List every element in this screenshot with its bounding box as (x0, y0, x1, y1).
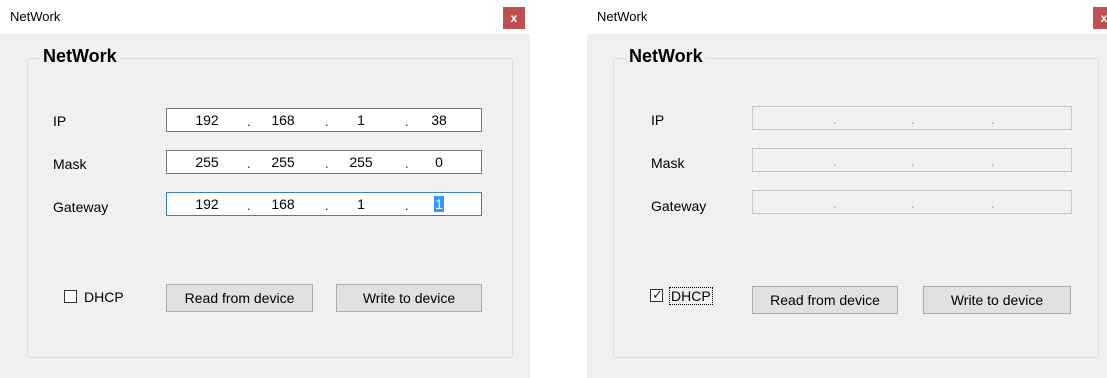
octet-separator: . (833, 196, 837, 211)
gateway-octet-2[interactable]: 168 (261, 196, 305, 212)
mask-octet-3[interactable]: 255 (339, 154, 383, 170)
gateway-octet-1[interactable]: 192 (185, 196, 229, 212)
ip-octet-2[interactable]: 168 (261, 112, 305, 128)
octet-separator: . (325, 114, 329, 129)
mask-octet-2[interactable]: 255 (261, 154, 305, 170)
title-bar: NetWork x (587, 0, 1107, 34)
dhcp-label: DHCP (84, 289, 124, 305)
mask-label: Mask (53, 156, 87, 172)
mask-octet-1[interactable]: 255 (185, 154, 229, 170)
octet-separator: . (405, 156, 409, 171)
write-to-device-button[interactable]: Write to device (923, 286, 1071, 314)
gateway-octet-3[interactable]: 1 (339, 196, 383, 212)
selected-text: 1 (434, 196, 444, 212)
window-title: NetWork (10, 9, 61, 24)
octet-separator: . (405, 198, 409, 213)
ip-address-input: . . . (752, 106, 1072, 130)
dhcp-label: DHCP (669, 287, 713, 305)
ip-label: IP (53, 113, 67, 129)
octet-separator: . (405, 114, 409, 129)
title-bar: NetWork x (0, 0, 530, 34)
gateway-input: . . . (752, 190, 1072, 214)
write-to-device-button[interactable]: Write to device (336, 284, 482, 312)
checkmark-icon: ✓ (652, 287, 663, 302)
read-from-device-button[interactable]: Read from device (752, 286, 898, 314)
close-button[interactable]: x (1093, 7, 1107, 29)
group-title: NetWork (40, 46, 120, 67)
octet-separator: . (247, 114, 251, 129)
gateway-label: Gateway (53, 199, 109, 215)
octet-separator: . (911, 154, 915, 169)
mask-octet-4[interactable]: 0 (417, 154, 461, 170)
gateway-input[interactable]: 192 . 168 . 1 . 1 (166, 192, 482, 216)
ip-label: IP (651, 112, 665, 128)
network-window-left: NetWork x NetWork IP Mask Gateway 192 . … (0, 0, 530, 378)
window-title: NetWork (597, 9, 648, 24)
mask-input: . . . (752, 148, 1072, 172)
ip-address-input[interactable]: 192 . 168 . 1 . 38 (166, 108, 482, 132)
mask-label: Mask (651, 155, 685, 171)
octet-separator: . (911, 196, 915, 211)
octet-separator: . (247, 156, 251, 171)
checkbox-box[interactable] (64, 290, 77, 303)
ip-octet-4[interactable]: 38 (417, 112, 461, 128)
ip-octet-1[interactable]: 192 (185, 112, 229, 128)
octet-separator: . (991, 196, 995, 211)
octet-separator: . (833, 112, 837, 127)
close-button[interactable]: x (503, 7, 525, 29)
read-from-device-button[interactable]: Read from device (166, 284, 313, 312)
octet-separator: . (325, 156, 329, 171)
octet-separator: . (991, 154, 995, 169)
network-window-right: NetWork x NetWork IP Mask Gateway . . . … (587, 0, 1107, 378)
octet-separator: . (325, 198, 329, 213)
octet-separator: . (833, 154, 837, 169)
checkbox-box[interactable]: ✓ (650, 287, 663, 302)
group-title: NetWork (626, 46, 706, 67)
octet-separator: . (911, 112, 915, 127)
octet-separator: . (991, 112, 995, 127)
octet-separator: . (247, 198, 251, 213)
gateway-label: Gateway (651, 198, 707, 214)
ip-octet-3[interactable]: 1 (339, 112, 383, 128)
mask-input[interactable]: 255 . 255 . 255 . 0 (166, 150, 482, 174)
gateway-octet-4[interactable]: 1 (417, 196, 461, 212)
